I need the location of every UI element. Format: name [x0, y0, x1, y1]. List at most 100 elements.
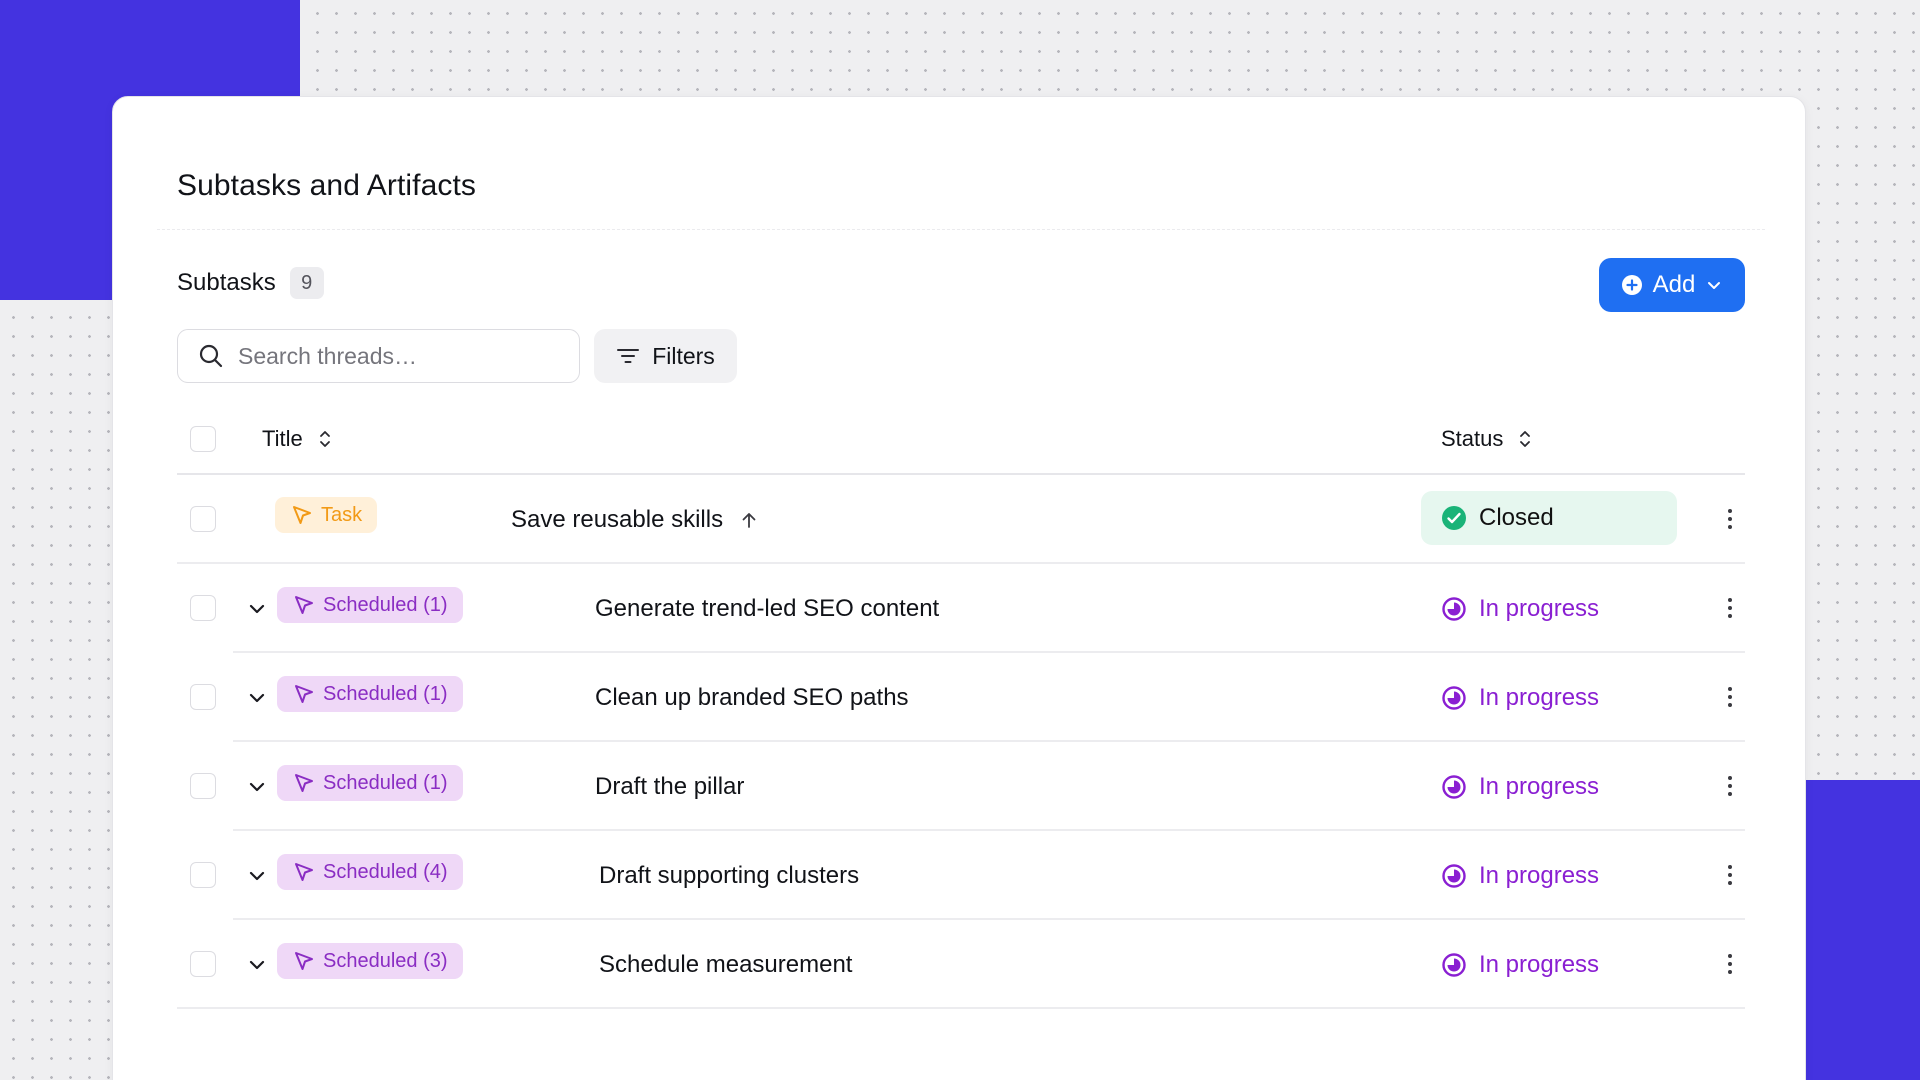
more-vertical-icon — [1728, 776, 1732, 796]
chevron-down-icon — [1708, 282, 1721, 289]
subtasks-label: Subtasks — [177, 269, 276, 296]
row-title[interactable]: Schedule measurement — [599, 920, 852, 1009]
cursor-pointer-icon — [295, 774, 313, 792]
search-input[interactable] — [238, 342, 558, 370]
scheduled-tag: Scheduled (1) — [277, 765, 463, 801]
progress-circle-icon — [1442, 863, 1466, 888]
task-tag-label: Task — [321, 503, 363, 526]
cursor-pointer-icon — [295, 685, 313, 703]
scheduled-tag-label: Scheduled (1) — [323, 682, 448, 705]
status-badge-closed: Closed — [1421, 491, 1677, 545]
select-all-checkbox[interactable] — [190, 426, 216, 452]
cursor-pointer-icon — [293, 506, 311, 524]
row-title[interactable]: Generate trend-led SEO content — [595, 564, 939, 653]
more-vertical-icon — [1728, 954, 1732, 974]
scheduled-tag-label: Scheduled (3) — [323, 949, 448, 972]
row-title-text: Clean up branded SEO paths — [595, 683, 909, 711]
row-title-text: Generate trend-led SEO content — [595, 594, 940, 622]
search-icon — [199, 344, 223, 368]
subtasks-count-badge: 9 — [289, 267, 324, 299]
status-in-progress: In progress — [1441, 653, 1599, 742]
title-column-header[interactable]: Title — [262, 403, 333, 475]
accent-block-bottom-right — [1806, 780, 1920, 1080]
more-vertical-icon — [1728, 509, 1732, 529]
cursor-pointer-icon — [295, 596, 313, 614]
plus-circle-icon — [1621, 275, 1642, 295]
row-menu-button[interactable] — [1718, 772, 1742, 800]
title-divider — [157, 229, 1765, 230]
status-in-progress: In progress — [1441, 564, 1599, 653]
row-checkbox[interactable] — [190, 595, 216, 621]
filters-button[interactable]: Filters — [594, 329, 737, 383]
table-row[interactable]: Scheduled (4) Draft supporting clusters … — [177, 831, 1745, 920]
subtasks-card: Subtasks and Artifacts Subtasks 9 Add Fi… — [112, 96, 1806, 1080]
more-vertical-icon — [1728, 865, 1732, 885]
scheduled-tag: Scheduled (1) — [277, 676, 463, 712]
row-title[interactable]: Draft supporting clusters — [599, 831, 859, 920]
chevron-down-icon[interactable] — [245, 686, 269, 710]
table-row[interactable]: Scheduled (3) Schedule measurement In pr… — [177, 920, 1745, 1009]
table-row[interactable]: Scheduled (1) Generate trend-led SEO con… — [177, 564, 1745, 653]
status-text: In progress — [1479, 772, 1600, 800]
chevron-down-icon[interactable] — [245, 775, 269, 799]
add-button[interactable]: Add — [1599, 258, 1745, 312]
more-vertical-icon — [1728, 687, 1732, 707]
status-text: Closed — [1479, 504, 1554, 531]
scheduled-tag-label: Scheduled (1) — [323, 593, 448, 616]
status-column-label: Status — [1441, 426, 1504, 451]
status-in-progress: In progress — [1441, 742, 1599, 831]
row-title-text: Draft supporting clusters — [599, 861, 860, 889]
status-in-progress: In progress — [1441, 920, 1599, 1009]
status-text: In progress — [1479, 683, 1600, 711]
row-menu-button[interactable] — [1718, 861, 1742, 889]
row-menu-button[interactable] — [1718, 950, 1742, 978]
row-title-text: Save reusable skills — [511, 505, 724, 533]
filter-lines-icon — [617, 349, 640, 363]
row-checkbox[interactable] — [190, 684, 216, 710]
search-box[interactable] — [177, 329, 580, 383]
subtasks-header: Subtasks 9 — [177, 267, 324, 299]
title-column-label: Title — [262, 426, 303, 451]
row-checkbox[interactable] — [190, 951, 216, 977]
table-row[interactable]: Scheduled (1) Draft the pillar In progre… — [177, 742, 1745, 831]
status-text: In progress — [1479, 950, 1600, 978]
task-tag: Task — [275, 497, 378, 533]
row-checkbox[interactable] — [190, 862, 216, 888]
row-menu-button[interactable] — [1718, 683, 1742, 711]
subtasks-table: Title Status Task Save reusable skills C… — [177, 403, 1745, 1009]
row-checkbox[interactable] — [190, 506, 216, 532]
row-title[interactable]: Draft the pillar — [595, 742, 744, 831]
status-in-progress: In progress — [1441, 831, 1599, 920]
check-circle-icon — [1442, 506, 1466, 530]
table-row[interactable]: Task Save reusable skills Closed — [177, 475, 1745, 564]
chevron-down-icon[interactable] — [245, 864, 269, 888]
row-title-text: Schedule measurement — [599, 950, 853, 978]
table-row[interactable]: Scheduled (1) Clean up branded SEO paths… — [177, 653, 1745, 742]
sort-icon — [1520, 431, 1531, 447]
cursor-pointer-icon — [295, 863, 313, 881]
sort-icon — [319, 431, 330, 447]
table-header: Title Status — [177, 403, 1745, 475]
row-checkbox[interactable] — [190, 773, 216, 799]
row-menu-button[interactable] — [1718, 505, 1742, 533]
row-title[interactable]: Save reusable skills — [511, 475, 759, 564]
status-column-header[interactable]: Status — [1441, 403, 1533, 475]
scheduled-tag: Scheduled (3) — [277, 943, 463, 979]
add-button-label: Add — [1652, 271, 1696, 298]
row-title-text: Draft the pillar — [595, 772, 745, 800]
status-text: In progress — [1479, 861, 1600, 889]
page-title: Subtasks and Artifacts — [177, 169, 477, 202]
chevron-down-icon[interactable] — [245, 597, 269, 621]
scheduled-tag: Scheduled (1) — [277, 587, 463, 623]
scheduled-tag-label: Scheduled (4) — [323, 860, 448, 883]
progress-circle-icon — [1442, 774, 1466, 799]
progress-circle-icon — [1442, 596, 1466, 621]
scheduled-tag-label: Scheduled (1) — [323, 771, 448, 794]
chevron-down-icon[interactable] — [245, 953, 269, 977]
progress-circle-icon — [1442, 952, 1466, 977]
more-vertical-icon — [1728, 598, 1732, 618]
row-title[interactable]: Clean up branded SEO paths — [595, 653, 909, 742]
row-menu-button[interactable] — [1718, 594, 1742, 622]
cursor-pointer-icon — [295, 952, 313, 970]
filters-button-label: Filters — [652, 342, 715, 369]
